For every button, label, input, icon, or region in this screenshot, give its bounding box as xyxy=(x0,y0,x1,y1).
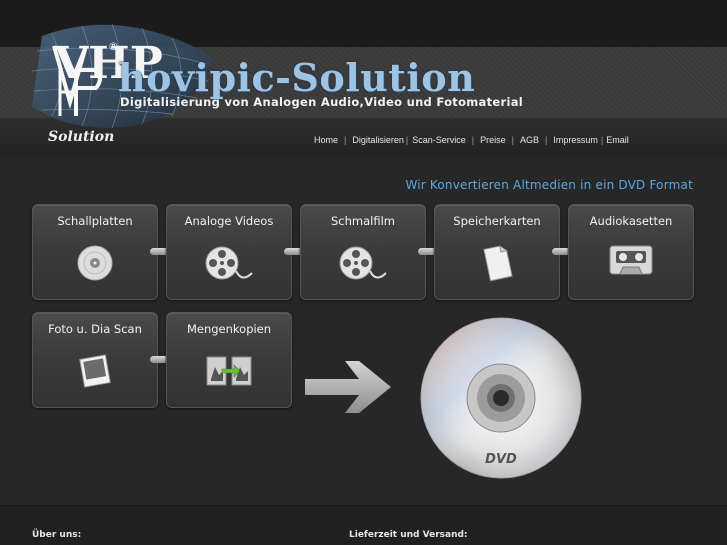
site-title[interactable]: hovipic-Solution xyxy=(118,55,475,100)
tile-label: Speicherkarten xyxy=(453,214,541,228)
tile-audiokasetten[interactable]: Audiokasetten xyxy=(568,204,694,300)
nav-separator: | xyxy=(544,135,548,145)
tile-label: Mengenkopien xyxy=(186,322,272,336)
tile-mengenkopien[interactable]: Mengenkopien xyxy=(166,312,292,408)
nav-preise[interactable]: Preise xyxy=(480,135,506,145)
logo-letters: ® xyxy=(50,40,119,120)
nav-separator: | xyxy=(511,135,514,145)
tile-label: Schmalfilm xyxy=(331,214,395,228)
tagline: Wir Konvertieren Altmedien in ein DVD Fo… xyxy=(405,178,693,192)
tile-foto-dia-scan[interactable]: Foto u. Dia Scan xyxy=(32,312,158,408)
footer: Über uns: Lieferzeit und Versand: xyxy=(0,505,727,545)
logo-solution-text: Solution xyxy=(48,129,115,145)
tile-schallplatten[interactable]: Schallplatten xyxy=(32,204,158,300)
cassette-icon xyxy=(609,245,653,275)
dvd-label: DVD xyxy=(485,452,517,467)
nav-separator: | xyxy=(471,135,475,145)
arrow-right-icon xyxy=(305,361,391,413)
nav-digitalisieren[interactable]: Digitalisieren xyxy=(352,135,404,145)
dvd-disc-icon: DVD xyxy=(420,317,582,479)
film-reel-icon xyxy=(339,246,387,280)
nav-separator: | xyxy=(600,135,604,145)
memory-card-icon xyxy=(483,245,513,282)
tile-label: Audiokasetten xyxy=(589,214,673,228)
registered-mark: ® xyxy=(108,40,119,53)
tile-schmalfilm[interactable]: Schmalfilm xyxy=(300,204,426,300)
photo-icon xyxy=(79,354,111,388)
nav-agb[interactable]: AGB xyxy=(520,135,539,145)
footer-about-heading: Über uns: xyxy=(32,530,82,540)
copy-icon xyxy=(206,356,252,386)
tile-label: Analoge Videos xyxy=(184,214,274,228)
main-nav: Home | Digitalisieren | Scan-Service | P… xyxy=(314,135,629,145)
nav-impressum[interactable]: Impressum xyxy=(553,135,598,145)
nav-separator: | xyxy=(405,135,409,145)
logo-monogram-icon xyxy=(52,45,102,116)
film-reel-icon xyxy=(205,246,253,280)
tile-label: Foto u. Dia Scan xyxy=(48,322,142,336)
nav-email[interactable]: Email xyxy=(606,135,629,145)
vinyl-record-icon xyxy=(77,245,113,281)
nav-scan-service[interactable]: Scan-Service xyxy=(412,135,466,145)
tile-analoge-videos[interactable]: Analoge Videos xyxy=(166,204,292,300)
nav-home[interactable]: Home xyxy=(314,135,338,145)
footer-delivery-heading: Lieferzeit und Versand: xyxy=(349,530,468,540)
tile-speicherkarten[interactable]: Speicherkarten xyxy=(434,204,560,300)
tile-label: Schallplatten xyxy=(57,214,133,228)
nav-separator: | xyxy=(344,135,347,145)
site-subtitle: Digitalisierung von Analogen Audio,Video… xyxy=(120,95,524,109)
